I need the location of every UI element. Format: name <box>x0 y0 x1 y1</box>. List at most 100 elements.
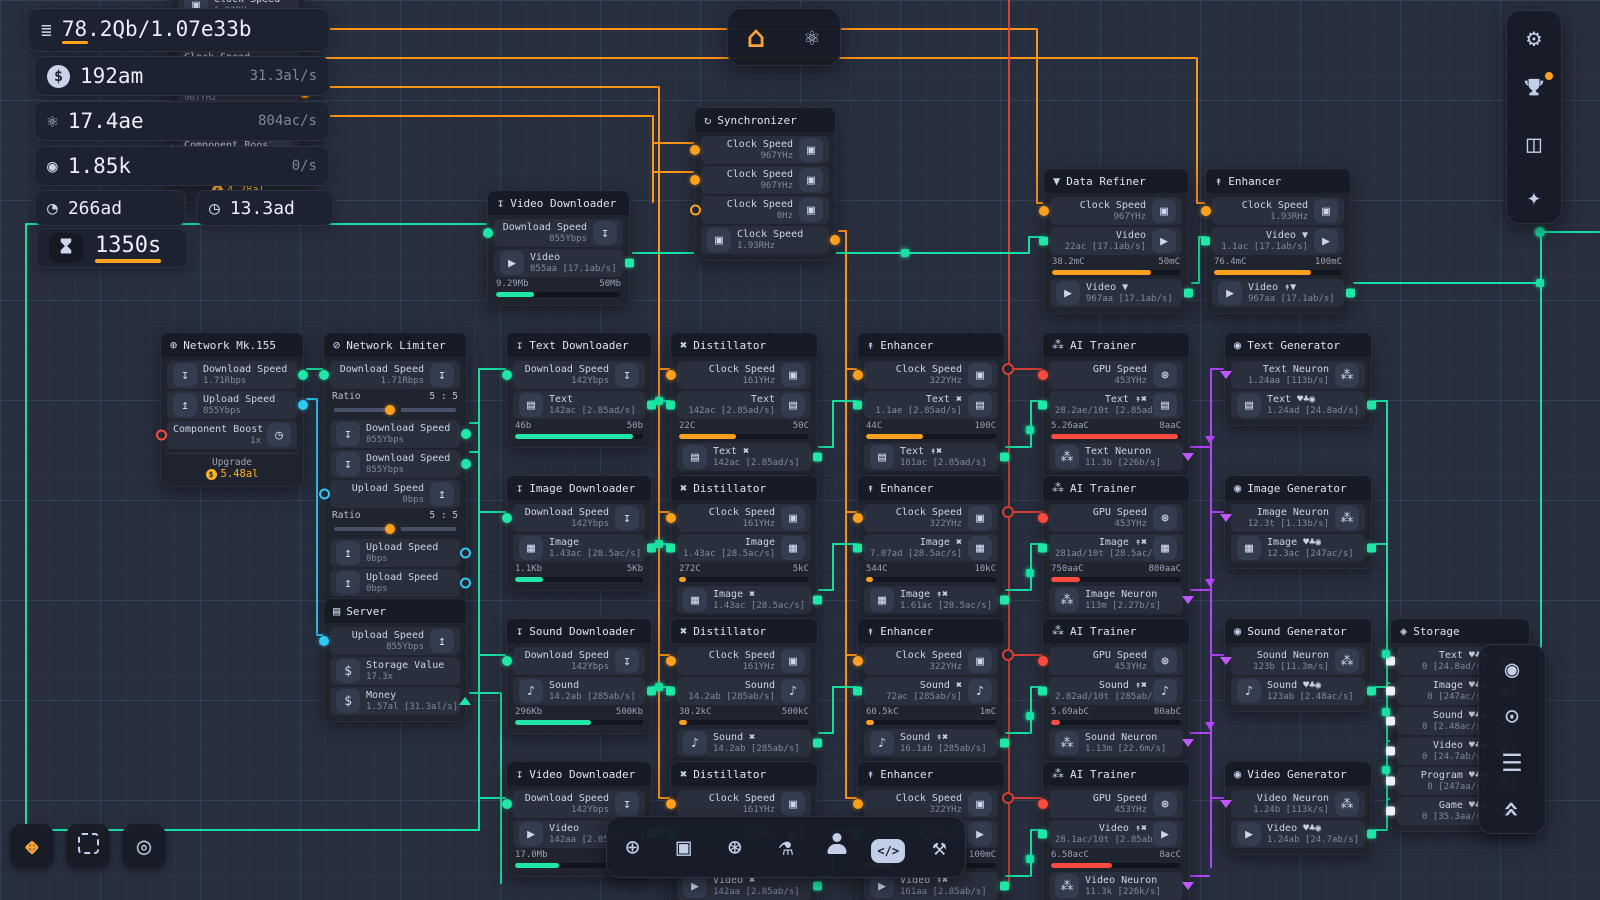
chip-icon[interactable]: ▣ <box>1314 199 1338 223</box>
port-sqw-white[interactable] <box>1386 777 1395 786</box>
snd-icon[interactable]: ♪ <box>519 679 543 703</box>
port-dot-orange[interactable] <box>853 370 863 380</box>
chip-icon[interactable]: ▣ <box>799 138 823 162</box>
port-sq-green[interactable] <box>1038 830 1047 839</box>
node-distillator-sound[interactable]: ✖DistillatorClock Speed161YHz▣Sound14.2a… <box>670 618 818 764</box>
port-tri-purple[interactable] <box>1182 453 1194 461</box>
port-sq-green[interactable] <box>1038 401 1047 410</box>
port-dot-green[interactable] <box>502 513 512 523</box>
port-sq-green[interactable] <box>813 596 822 605</box>
cooling-button[interactable]: ⊛ <box>713 825 757 869</box>
node-data-refiner[interactable]: ▼Data RefinerClock Speed967YHz▣Video22ac… <box>1043 168 1189 314</box>
node-video-generator[interactable]: ◉Video GeneratorVideo Neuron1.24b [113k/… <box>1224 761 1372 855</box>
port-dot-orange[interactable] <box>830 235 840 245</box>
film-icon[interactable]: ▶ <box>1237 822 1261 846</box>
port-sq-green[interactable] <box>1201 237 1210 246</box>
film-icon[interactable]: ▶ <box>1218 281 1242 305</box>
snd-icon[interactable]: ♪ <box>1237 679 1261 703</box>
chip-icon[interactable]: ▣ <box>1152 199 1176 223</box>
ratio-slider[interactable]: Ratio5 : 5 <box>332 391 458 412</box>
dl-icon[interactable]: ↧ <box>615 649 639 673</box>
port-tri-purple[interactable] <box>1220 371 1232 379</box>
port-sq-green[interactable] <box>853 401 862 410</box>
slider-knob[interactable] <box>385 405 395 415</box>
node-synchronizer[interactable]: ↻SynchronizerClock Speed967YHz▣Clock Spe… <box>694 107 836 261</box>
gauge-icon[interactable]: ◷ <box>267 423 291 447</box>
port-dot-orange[interactable] <box>1201 206 1211 216</box>
port-tri-purple[interactable] <box>1220 514 1232 522</box>
ul-icon[interactable]: ↥ <box>336 571 360 595</box>
port-sq-green[interactable] <box>1346 289 1355 298</box>
port-sq-green[interactable] <box>1367 830 1376 839</box>
node-ai-trainer-text[interactable]: ⁂AI TrainerGPU Speed453YHz⊛Text ↟✖28.2ae… <box>1042 332 1190 478</box>
img-icon[interactable]: ▦ <box>968 536 992 560</box>
port-dot-orange[interactable] <box>666 799 676 809</box>
node-enhancer-text[interactable]: ↟EnhancerClock Speed322YHz▣Text ✖1.1ae [… <box>857 332 1005 478</box>
dl-icon[interactable]: ↧ <box>336 452 360 476</box>
achievements-button[interactable] <box>1512 69 1556 113</box>
port-sq-green[interactable] <box>1367 544 1376 553</box>
port-dot-green[interactable] <box>502 370 512 380</box>
node-text-downloader[interactable]: ↧Text DownloaderDownload Speed142Ybps↧▤T… <box>506 332 652 448</box>
chip-icon[interactable]: ▣ <box>781 506 805 530</box>
node-distillator-image[interactable]: ✖DistillatorClock Speed161YHz▣Image1.43a… <box>670 475 818 621</box>
game-canvas[interactable]: ▣Clock Speed1.93RHzClock Speed967YHzCloc… <box>0 0 1600 900</box>
doc-icon[interactable]: ▤ <box>870 445 894 469</box>
storage-panel-button[interactable]: ☰ <box>1490 741 1534 785</box>
node-distillator-text[interactable]: ✖DistillatorClock Speed161YHz▣Text142ac … <box>670 332 818 478</box>
img-icon[interactable]: ▦ <box>1153 536 1177 560</box>
port-dot-orange[interactable] <box>690 145 700 155</box>
dl-icon[interactable]: ↧ <box>615 363 639 387</box>
port-dot-orange[interactable] <box>690 175 700 185</box>
home-button[interactable]: ⌂ <box>734 15 778 59</box>
port-ring-red[interactable] <box>156 430 167 441</box>
port-sq-green[interactable] <box>666 544 675 553</box>
neuron-icon[interactable]: ⁂ <box>1055 588 1079 612</box>
ratio-slider[interactable]: Ratio5 : 5 <box>332 510 458 531</box>
port-dot-red[interactable] <box>1038 370 1048 380</box>
img-icon[interactable]: ▦ <box>683 588 707 612</box>
img-icon[interactable]: ▦ <box>870 588 894 612</box>
port-sq-green[interactable] <box>1038 687 1047 696</box>
port-sq-green[interactable] <box>1000 882 1009 891</box>
port-dot-green[interactable] <box>461 459 471 469</box>
chip-icon[interactable]: ▣ <box>707 228 731 252</box>
port-sq-green[interactable] <box>1039 237 1048 246</box>
ul-icon[interactable]: ↥ <box>430 629 454 653</box>
port-sqw-white[interactable] <box>1386 687 1395 696</box>
dl-icon[interactable]: ↧ <box>336 422 360 446</box>
port-ring-cyan[interactable] <box>319 489 330 500</box>
port-dot-orange[interactable] <box>853 656 863 666</box>
port-ring-cyan[interactable] <box>460 548 471 559</box>
codex-button[interactable]: ◫ <box>1512 122 1556 166</box>
port-dot-green[interactable] <box>461 429 471 439</box>
dl-icon[interactable]: ↧ <box>430 363 454 387</box>
film-icon[interactable]: ▶ <box>500 251 524 275</box>
port-sq-green[interactable] <box>1000 596 1009 605</box>
dl-icon[interactable]: ↧ <box>593 221 617 245</box>
port-dot-red[interactable] <box>1038 656 1048 666</box>
doc-icon[interactable]: ▤ <box>781 393 805 417</box>
dl-icon[interactable]: ↧ <box>173 363 197 387</box>
ul-icon[interactable]: ↥ <box>173 393 197 417</box>
neuron-icon[interactable]: ⁂ <box>1335 506 1359 530</box>
hardware-button[interactable]: ▣ <box>662 825 706 869</box>
img-icon[interactable]: ▦ <box>781 536 805 560</box>
port-tri-purple[interactable] <box>1220 657 1232 665</box>
workshop-button[interactable]: ⚒ <box>917 825 961 869</box>
prestige-button[interactable]: ✦ <box>1512 175 1556 219</box>
port-dot-green[interactable] <box>502 656 512 666</box>
doc-icon[interactable]: ▤ <box>519 393 543 417</box>
port-dot-red[interactable] <box>1038 513 1048 523</box>
node-image-downloader[interactable]: ↧Image DownloaderDownload Speed142Ybps↧▦… <box>506 475 652 591</box>
fan-icon[interactable]: ⊛ <box>1153 649 1177 673</box>
chip-icon[interactable]: ▣ <box>781 792 805 816</box>
research-button[interactable]: ⚛ <box>790 15 834 59</box>
neuron-icon[interactable]: ⁂ <box>1335 792 1359 816</box>
port-sqw-white[interactable] <box>1386 807 1395 816</box>
port-dot-green[interactable] <box>502 799 512 809</box>
node-enhancer-image[interactable]: ↟EnhancerClock Speed322YHz▣Image ✖7.07ad… <box>857 475 1005 621</box>
img-icon[interactable]: ▦ <box>519 536 543 560</box>
port-sq-green[interactable] <box>666 687 675 696</box>
neuron-icon[interactable]: ⁂ <box>1055 445 1079 469</box>
